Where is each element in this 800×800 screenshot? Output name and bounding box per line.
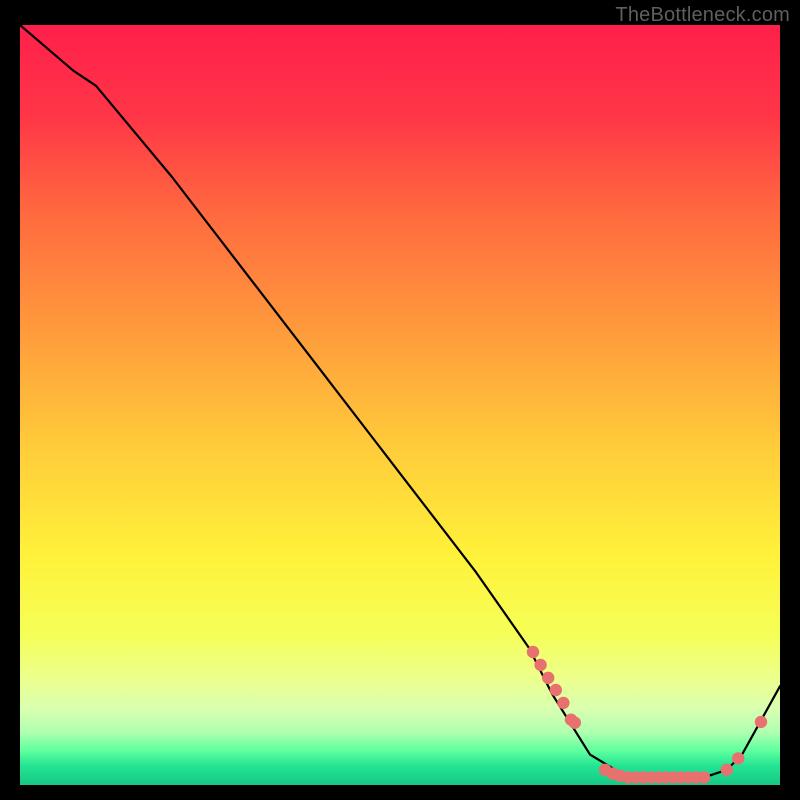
chart-background xyxy=(20,25,780,785)
data-point xyxy=(550,684,562,696)
data-point xyxy=(721,764,733,776)
data-point xyxy=(534,659,546,671)
data-point xyxy=(569,716,581,728)
chart-svg xyxy=(20,25,780,785)
watermark-label: TheBottleneck.com xyxy=(615,4,790,27)
chart-area xyxy=(20,25,780,785)
data-point xyxy=(557,697,569,709)
data-point xyxy=(755,716,767,728)
data-point xyxy=(542,672,554,684)
data-point xyxy=(698,771,710,783)
data-point xyxy=(527,646,539,658)
data-point xyxy=(732,752,744,764)
